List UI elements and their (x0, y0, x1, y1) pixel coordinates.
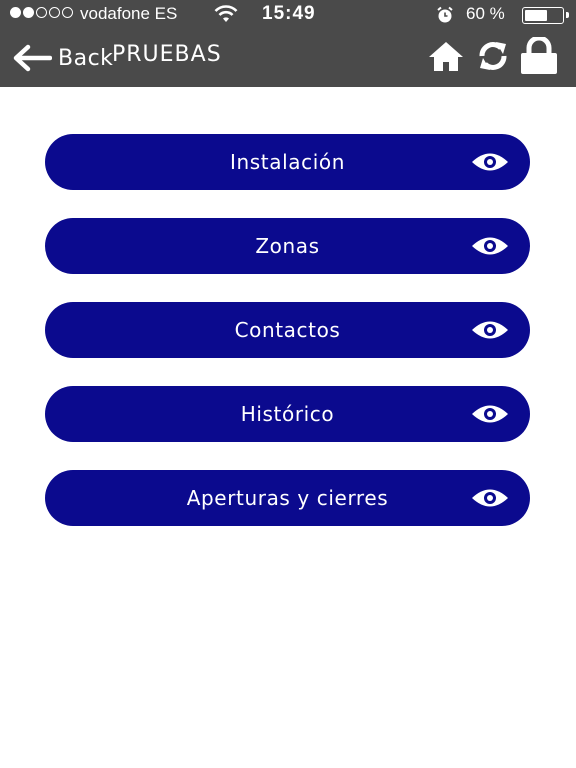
wifi-icon (214, 5, 238, 28)
menu-button-contactos[interactable]: Contactos (45, 302, 530, 358)
menu-button-label: Aperturas y cierres (186, 486, 389, 510)
alarm-clock-icon (435, 5, 455, 30)
navigation-bar: Back PRUEBAS (0, 30, 576, 87)
menu-list: Instalación Zonas Contactos Histórico Ap… (45, 134, 530, 554)
menu-button-label: Zonas (255, 234, 320, 258)
menu-button-zonas[interactable]: Zonas (45, 218, 530, 274)
refresh-icon (475, 38, 511, 78)
battery-percentage: 60 % (466, 4, 505, 23)
eye-icon (471, 403, 509, 429)
menu-button-label: Instalación (230, 150, 345, 174)
eye-icon (471, 151, 509, 177)
signal-strength-icon (10, 7, 73, 18)
status-time: 15:49 (262, 3, 316, 24)
refresh-button[interactable] (472, 38, 514, 78)
lock-icon (519, 35, 559, 79)
eye-icon (471, 487, 509, 513)
menu-button-aperturas-y-cierres[interactable]: Aperturas y cierres (45, 470, 530, 526)
lock-button[interactable] (518, 35, 560, 79)
menu-button-label: Contactos (234, 318, 341, 342)
battery-icon (522, 7, 569, 24)
home-icon (427, 40, 465, 76)
menu-button-label: Histórico (240, 402, 335, 426)
eye-icon (471, 319, 509, 345)
eye-icon (471, 235, 509, 261)
status-bar: vodafone ES 15:49 60 % (0, 0, 576, 30)
arrow-left-icon (12, 44, 52, 72)
menu-button-instalacion[interactable]: Instalación (45, 134, 530, 190)
battery-level (525, 10, 547, 21)
menu-button-historico[interactable]: Histórico (45, 386, 530, 442)
page-title: PRUEBAS (112, 42, 222, 67)
carrier-name: vodafone ES (80, 4, 178, 23)
home-button[interactable] (425, 38, 467, 78)
back-button[interactable]: Back (12, 38, 113, 78)
back-label: Back (58, 45, 114, 71)
